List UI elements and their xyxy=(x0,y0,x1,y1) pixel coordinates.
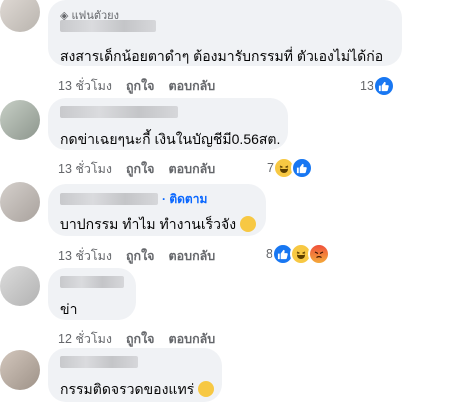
like-button[interactable]: ถูกใจ xyxy=(126,159,155,179)
comment-bubble: · ติดตาม บาปกรรม ทำไม ทำงานเร็วจัง xyxy=(48,184,266,236)
grinning-emoji-icon xyxy=(240,216,257,232)
comment-bubble: กรรมติดจรวดของแทร่ xyxy=(48,348,222,402)
comment-actions: 13 ชั่วโมง ถูกใจ ตอบกลับ xyxy=(58,159,215,179)
comment-text-content: กรรมติดจรวดของแทร่ xyxy=(60,381,195,397)
avatar[interactable] xyxy=(0,0,40,32)
comment-text: ข่า xyxy=(60,301,78,317)
comment-text-content: บาปกรรม ทำไม ทำงานเร็วจัง xyxy=(60,216,237,232)
avatar[interactable] xyxy=(0,350,40,390)
commenter-name-redacted[interactable] xyxy=(60,20,156,32)
like-button[interactable]: ถูกใจ xyxy=(126,246,155,266)
follow-button[interactable]: · ติดตาม xyxy=(162,190,207,209)
comment-time[interactable]: 13 ชั่วโมง xyxy=(58,246,112,266)
comment-text: กดข่าเฉยๆนะกี้ เงินในบัญชีมี0.56สต. xyxy=(60,131,281,147)
avatar[interactable] xyxy=(0,266,40,306)
reaction-summary[interactable]: 7 xyxy=(267,157,313,179)
like-button[interactable]: ถูกใจ xyxy=(126,329,155,349)
comment-bubble: ข่า xyxy=(48,268,136,320)
comment-actions: 13 ชั่วโมง ถูกใจ ตอบกลับ xyxy=(58,76,215,96)
comment-bubble: กดข่าเฉยๆนะกี้ เงินในบัญชีมี0.56สต. xyxy=(48,98,288,150)
commenter-name-redacted[interactable] xyxy=(60,193,158,205)
reaction-summary[interactable]: 8 xyxy=(266,243,330,265)
reaction-summary[interactable]: 13 xyxy=(360,75,395,97)
avatar[interactable] xyxy=(0,182,40,222)
like-button[interactable]: ถูกใจ xyxy=(126,76,155,96)
comment-time[interactable]: 13 ชั่วโมง xyxy=(58,76,112,96)
comment-time[interactable]: 12 ชั่วโมง xyxy=(58,329,112,349)
comment-actions: 12 ชั่วโมง ถูกใจ ตอบกลับ xyxy=(58,329,215,349)
like-icon xyxy=(290,157,313,179)
reaction-count: 13 xyxy=(360,79,374,93)
comment-text: กรรมติดจรวดของแทร่ xyxy=(60,379,215,399)
commenter-name-redacted[interactable] xyxy=(60,106,178,118)
reply-button[interactable]: ตอบกลับ xyxy=(169,329,216,349)
comment-time[interactable]: 13 ชั่วโมง xyxy=(58,159,112,179)
comment-text: สงสารเด็กน้อยตาดำๆ ต้องมารับกรรมที่ ตัวเ… xyxy=(60,48,384,64)
comment-actions: 13 ชั่วโมง ถูกใจ ตอบกลับ xyxy=(58,246,215,266)
laughing-emoji-icon xyxy=(198,381,215,397)
comment-text: บาปกรรม ทำไม ทำงานเร็วจัง xyxy=(60,214,257,234)
angry-icon xyxy=(307,243,330,265)
commenter-name-redacted[interactable] xyxy=(60,356,138,368)
reply-button[interactable]: ตอบกลับ xyxy=(169,159,216,179)
reply-button[interactable]: ตอบกลับ xyxy=(169,76,216,96)
reply-button[interactable]: ตอบกลับ xyxy=(169,246,216,266)
like-icon xyxy=(372,75,395,97)
comment-bubble: ◈ แฟนตัวยง สงสารเด็กน้อยตาดำๆ ต้องมารับก… xyxy=(48,0,402,66)
commenter-name-redacted[interactable] xyxy=(60,276,124,288)
avatar[interactable] xyxy=(0,100,40,140)
